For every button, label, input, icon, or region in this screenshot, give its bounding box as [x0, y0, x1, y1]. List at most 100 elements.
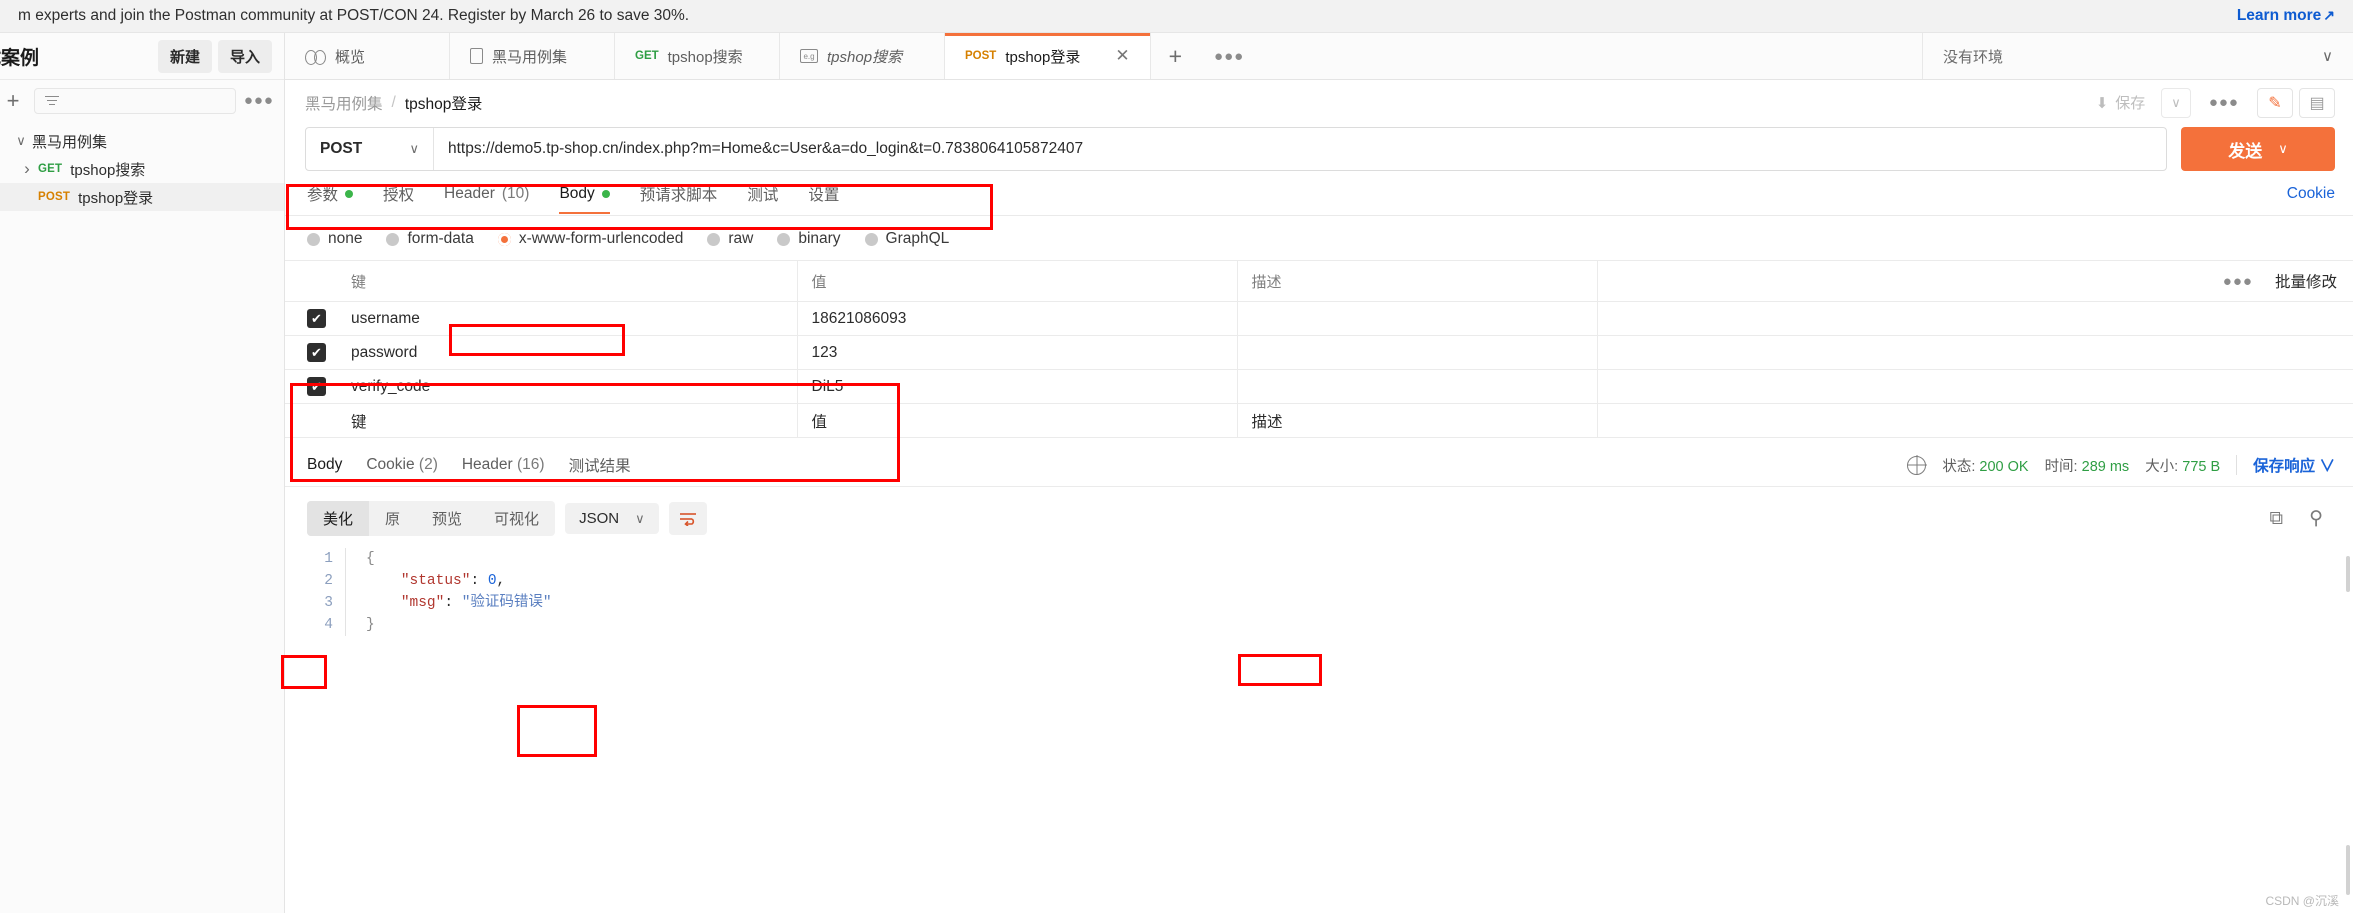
body-type-binary[interactable]: binary — [777, 230, 841, 248]
request-tab-tests[interactable]: 测试 — [747, 183, 778, 215]
row-checkbox-cell: ✔ — [285, 301, 337, 336]
params-more-icon[interactable]: ●●● — [2223, 273, 2253, 290]
new-key-input[interactable]: 键 — [337, 403, 798, 438]
wrap-lines-icon[interactable] — [668, 502, 707, 535]
sidebar-more-icon[interactable]: ●●● — [244, 92, 274, 109]
save-dropdown-icon[interactable]: ∨ — [2161, 87, 2191, 118]
body-type-none[interactable]: none — [307, 230, 362, 248]
tab-tpshop-search-example[interactable]: e.g tpshop搜索 — [780, 33, 945, 79]
response-tab-header[interactable]: Header (16) — [462, 456, 545, 484]
request-more-icon[interactable]: ●●● — [2197, 94, 2251, 111]
active-indicator-dot — [601, 190, 610, 198]
response-tab-body[interactable]: Body — [307, 456, 342, 484]
view-preview[interactable]: 预览 — [416, 501, 478, 536]
request-tab-count: (10) — [501, 185, 530, 202]
response-tab-label: 测试结果 — [568, 458, 631, 475]
checkbox-checked-icon[interactable]: ✔ — [307, 309, 326, 328]
row-key[interactable]: username — [337, 301, 798, 336]
checkbox-checked-icon[interactable]: ✔ — [307, 377, 326, 396]
row-value[interactable]: 123 — [797, 335, 1238, 370]
row-key[interactable]: verify_code — [337, 369, 798, 404]
learn-more-link[interactable]: Learn more ↗ — [2237, 7, 2335, 25]
table-row[interactable]: ✔ password 123 — [285, 335, 2353, 370]
url-input[interactable] — [434, 128, 2166, 170]
chevron-down-icon: ∨ — [2278, 141, 2288, 156]
row-description[interactable] — [1237, 369, 1598, 404]
close-icon[interactable]: ✕ — [1089, 46, 1129, 66]
send-button[interactable]: 发送 ∨ — [2181, 127, 2335, 171]
json-value: "验证码错误" — [461, 595, 552, 611]
save-button[interactable]: ⬇ 保存 — [2086, 86, 2156, 119]
row-description[interactable] — [1237, 335, 1598, 370]
row-description[interactable] — [1237, 301, 1598, 336]
tab-tpshop-search-get[interactable]: GET tpshop搜索 — [615, 33, 780, 79]
tab-tpshop-login-post[interactable]: POST tpshop登录 ✕ — [945, 33, 1151, 79]
table-row-empty[interactable]: 键 值 描述 — [285, 403, 2353, 438]
table-row[interactable]: ✔ username 18621086093 — [285, 301, 2353, 336]
bulk-edit-link[interactable]: 批量修改 — [2275, 270, 2337, 292]
view-pretty[interactable]: 美化 — [307, 501, 370, 536]
new-value-input[interactable]: 值 — [797, 403, 1238, 438]
params-table-body: ✔ username 18621086093 ✔ password 123 ✔ … — [285, 301, 2353, 438]
request-tab-prerequest-script[interactable]: 预请求脚本 — [640, 183, 718, 215]
new-description-input[interactable]: 描述 — [1237, 403, 1598, 438]
tab-label: 黑马用例集 — [492, 48, 568, 66]
search-icon[interactable]: ⚲ — [2309, 507, 2323, 530]
scrollbar-thumb[interactable] — [2346, 556, 2350, 592]
row-value[interactable]: 18621086093 — [797, 301, 1238, 336]
save-response-button[interactable]: 保存响应 ∨ — [2253, 454, 2335, 476]
size-value: 775 B — [2182, 458, 2221, 475]
view-raw[interactable]: 原 — [369, 501, 416, 536]
scrollbar-thumb[interactable] — [2346, 845, 2350, 895]
body-type-form-data[interactable]: form-data — [386, 230, 474, 248]
radio-icon — [707, 232, 721, 246]
breadcrumb-parent[interactable]: 黑马用例集 — [305, 92, 383, 114]
response-meta: 状态: 200 OK 时间: 289 ms 大小: 775 B 保存响应 ∨ — [1907, 454, 2335, 486]
add-new-icon[interactable]: + — [0, 89, 26, 112]
row-key[interactable]: password — [337, 335, 798, 370]
environment-selector[interactable]: 没有环境 ∨ — [1923, 33, 2353, 79]
row-spacer — [1597, 335, 2353, 370]
promo-banner: m experts and join the Postman community… — [0, 0, 2353, 33]
http-method-select[interactable]: POST ∨ — [306, 128, 434, 170]
request-tab-params[interactable]: 参数 — [307, 183, 354, 215]
tab-collection[interactable]: 黑马用例集 — [450, 33, 615, 79]
checkbox-checked-icon[interactable]: ✔ — [307, 343, 326, 362]
code-content[interactable]: { "status": 0, "msg": "验证码错误"} — [345, 548, 552, 636]
new-button[interactable]: 新建 — [157, 39, 212, 73]
view-visualize[interactable]: 可视化 — [478, 501, 555, 536]
tree-item-request-get[interactable]: GET tpshop搜索 — [0, 155, 284, 183]
new-tab-icon[interactable]: + — [1151, 33, 1200, 79]
body-type-graphql[interactable]: GraphQL — [864, 230, 950, 248]
time-label: 时间: — [2044, 458, 2078, 475]
json-value: 0 — [487, 573, 497, 589]
tree-item-request-post[interactable]: POST tpshop登录 — [0, 183, 284, 211]
request-tab-authorization[interactable]: 授权 — [383, 183, 414, 215]
chevron-right-icon[interactable] — [16, 159, 38, 179]
import-button[interactable]: 导入 — [217, 39, 272, 73]
cookie-link[interactable]: Cookie — [2287, 185, 2335, 213]
body-type-label: GraphQL — [885, 230, 950, 247]
tab-overview[interactable]: 概览 — [285, 33, 450, 79]
request-tab-settings[interactable]: 设置 — [808, 183, 839, 215]
line-number: 1 — [324, 551, 333, 567]
tabs-more-icon[interactable]: ●●● — [1200, 33, 1258, 79]
request-tab-body[interactable]: Body — [559, 185, 611, 214]
line-number: 3 — [324, 595, 333, 611]
chevron-down-icon[interactable] — [10, 133, 32, 149]
globe-icon[interactable] — [1907, 455, 1927, 475]
request-tab-headers[interactable]: Header (10) — [444, 185, 529, 213]
body-type-raw[interactable]: raw — [707, 230, 753, 248]
comment-icon[interactable]: ▤ — [2299, 87, 2335, 118]
table-row[interactable]: ✔ verify_code DiL5 — [285, 369, 2353, 404]
sidebar-filter-input[interactable] — [34, 87, 236, 114]
row-value[interactable]: DiL5 — [797, 369, 1238, 404]
response-tab-test-results[interactable]: 测试结果 — [569, 454, 631, 486]
tree-item-collection[interactable]: 黑马用例集 — [0, 127, 284, 155]
response-tab-cookie[interactable]: Cookie (2) — [366, 456, 438, 484]
copy-icon[interactable]: ⧉ — [2270, 508, 2284, 530]
edit-icon[interactable]: ✎ — [2257, 87, 2293, 118]
response-tab-label: Header — [461, 456, 513, 473]
body-type-x-www-form-urlencoded[interactable]: x-www-form-urlencoded — [497, 230, 683, 248]
response-format-select[interactable]: JSON ∨ — [565, 503, 659, 534]
